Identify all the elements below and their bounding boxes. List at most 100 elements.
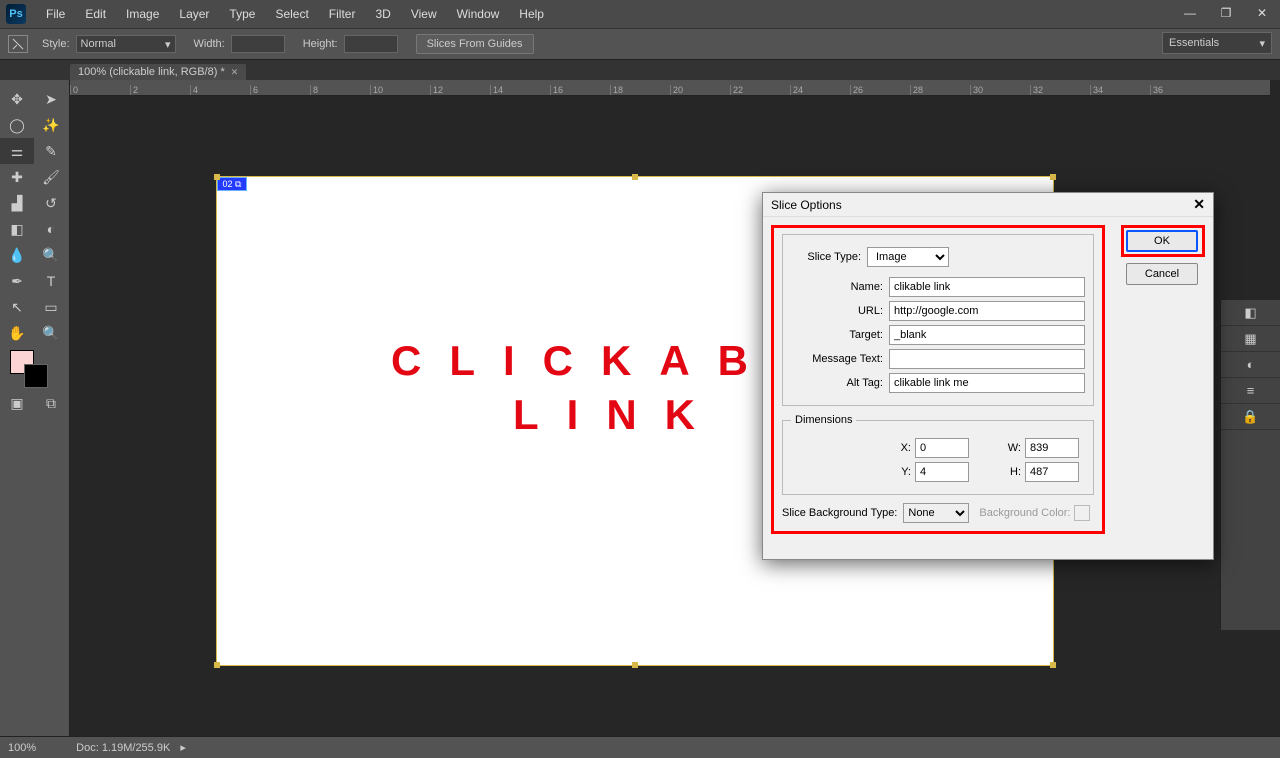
dialog-title: Slice Options [771,198,842,212]
style-dropdown[interactable]: Normal▾ [76,35,176,53]
x-input[interactable] [915,438,969,458]
blur-tool-icon[interactable]: 💧 [0,242,34,268]
panel-adjust-icon[interactable]: ◐ [1221,352,1280,378]
menu-3d[interactable]: 3D [365,0,400,28]
zoom-level[interactable]: 100% [8,742,36,754]
slice-options-dialog: Slice Options ✕ Slice Type: Image Name: … [762,192,1214,560]
w-input[interactable] [1025,438,1079,458]
slice-tool-icon[interactable] [8,35,28,53]
options-bar: Style: Normal▾ Width: Height: Slices Fro… [0,28,1280,60]
menu-view[interactable]: View [401,0,447,28]
lasso-tool-icon[interactable]: ◯ [0,112,34,138]
bgcolor-label: Background Color: [979,507,1070,519]
dimensions-legend: Dimensions [791,414,856,426]
move-tool-icon[interactable]: ✥ [0,86,34,112]
menu-help[interactable]: Help [509,0,554,28]
width-input[interactable] [231,35,285,53]
right-panels: ◧ ▦ ◐ ≡ 🔒 [1220,300,1280,630]
panel-swatches-icon[interactable]: ▦ [1221,326,1280,352]
x-label: X: [889,442,911,454]
slice-type-label: Slice Type: [791,251,861,263]
dodge-tool-icon[interactable]: 🔍 [34,242,68,268]
path-tool-icon[interactable]: ↖ [0,294,34,320]
quickmask-icon[interactable]: ▣ [0,390,34,416]
crop-tool-icon[interactable]: ⚌ [0,138,34,164]
horizontal-ruler: 024681012141618202224262830323436 [70,80,1270,96]
menu-select[interactable]: Select [265,0,318,28]
doc-size: Doc: 1.19M/255.9K [76,742,170,754]
y-label: Y: [889,466,911,478]
tools-panel: ✥➤ ◯✨ ⚌✎ ✚🖌 ▟↺ ◧◐ 💧🔍 ✒T ↖▭ ✋🔍 ▣⧉ [0,80,70,736]
color-swatches[interactable] [0,350,69,390]
arrow-tool-icon[interactable]: ➤ [34,86,68,112]
status-arrow-icon[interactable]: ▸ [180,741,186,754]
tab-label: 100% (clickable link, RGB/8) * [78,66,225,78]
window-controls: — ❐ ✕ [1178,4,1274,22]
slice-type-select[interactable]: Image [867,247,949,267]
dialog-highlight: Slice Type: Image Name: URL: Target: Mes… [771,225,1105,534]
target-input[interactable] [889,325,1085,345]
height-label: Height: [303,38,338,50]
w-label: W: [999,442,1021,454]
h-input[interactable] [1025,462,1079,482]
slice-badge[interactable]: 02 ⧉ [217,177,247,191]
menu-edit[interactable]: Edit [75,0,116,28]
hand-tool-icon[interactable]: ✋ [0,320,34,346]
dialog-close-icon[interactable]: ✕ [1193,196,1205,213]
minimize-icon[interactable]: — [1178,4,1202,22]
zoom-tool-icon[interactable]: 🔍 [34,320,68,346]
wand-tool-icon[interactable]: ✨ [34,112,68,138]
menu-image[interactable]: Image [116,0,169,28]
target-label: Target: [791,329,883,341]
workspace-switcher[interactable]: Essentials▾ [1162,32,1272,54]
brush-tool-icon[interactable]: 🖌 [34,164,68,190]
healing-tool-icon[interactable]: ✚ [0,164,34,190]
status-bar: 100% Doc: 1.19M/255.9K ▸ [0,736,1280,758]
type-tool-icon[interactable]: T [34,268,68,294]
menu-layer[interactable]: Layer [169,0,219,28]
bgtype-select[interactable]: None [903,503,969,523]
slices-from-guides-button[interactable]: Slices From Guides [416,34,534,54]
height-input[interactable] [344,35,398,53]
alt-label: Alt Tag: [791,377,883,389]
eyedropper-tool-icon[interactable]: ✎ [34,138,68,164]
style-label: Style: [42,38,70,50]
url-input[interactable] [889,301,1085,321]
eraser-tool-icon[interactable]: ◧ [0,216,34,242]
gradient-tool-icon[interactable]: ◐ [34,216,68,242]
document-tabs: 100% (clickable link, RGB/8) * ✕ [0,60,1280,80]
panel-color-icon[interactable]: ◧ [1221,300,1280,326]
panel-lock-icon[interactable]: 🔒 [1221,404,1280,430]
ok-button[interactable]: OK [1126,230,1198,252]
canvas-text-line-2: LINK [513,391,723,439]
name-label: Name: [791,281,883,293]
y-input[interactable] [915,462,969,482]
message-label: Message Text: [791,353,883,365]
bgtype-label: Slice Background Type: [782,507,897,519]
history-brush-icon[interactable]: ↺ [34,190,68,216]
alt-input[interactable] [889,373,1085,393]
cancel-button[interactable]: Cancel [1126,263,1198,285]
document-tab[interactable]: 100% (clickable link, RGB/8) * ✕ [70,64,246,80]
maximize-icon[interactable]: ❐ [1214,4,1238,22]
name-input[interactable] [889,277,1085,297]
dialog-titlebar[interactable]: Slice Options ✕ [763,193,1213,217]
ok-highlight: OK [1121,225,1205,257]
app-logo: Ps [6,4,26,24]
message-input[interactable] [889,349,1085,369]
screenmode-icon[interactable]: ⧉ [34,390,68,416]
close-icon[interactable]: ✕ [1250,4,1274,22]
menu-window[interactable]: Window [447,0,510,28]
menu-file[interactable]: File [36,0,75,28]
url-label: URL: [791,305,883,317]
panel-layers-icon[interactable]: ≡ [1221,378,1280,404]
menu-filter[interactable]: Filter [319,0,366,28]
menu-type[interactable]: Type [219,0,265,28]
width-label: Width: [194,38,225,50]
bgcolor-swatch [1074,505,1090,521]
stamp-tool-icon[interactable]: ▟ [0,190,34,216]
tab-close-icon[interactable]: ✕ [231,67,239,78]
pen-tool-icon[interactable]: ✒ [0,268,34,294]
shape-tool-icon[interactable]: ▭ [34,294,68,320]
background-swatch[interactable] [24,364,48,388]
